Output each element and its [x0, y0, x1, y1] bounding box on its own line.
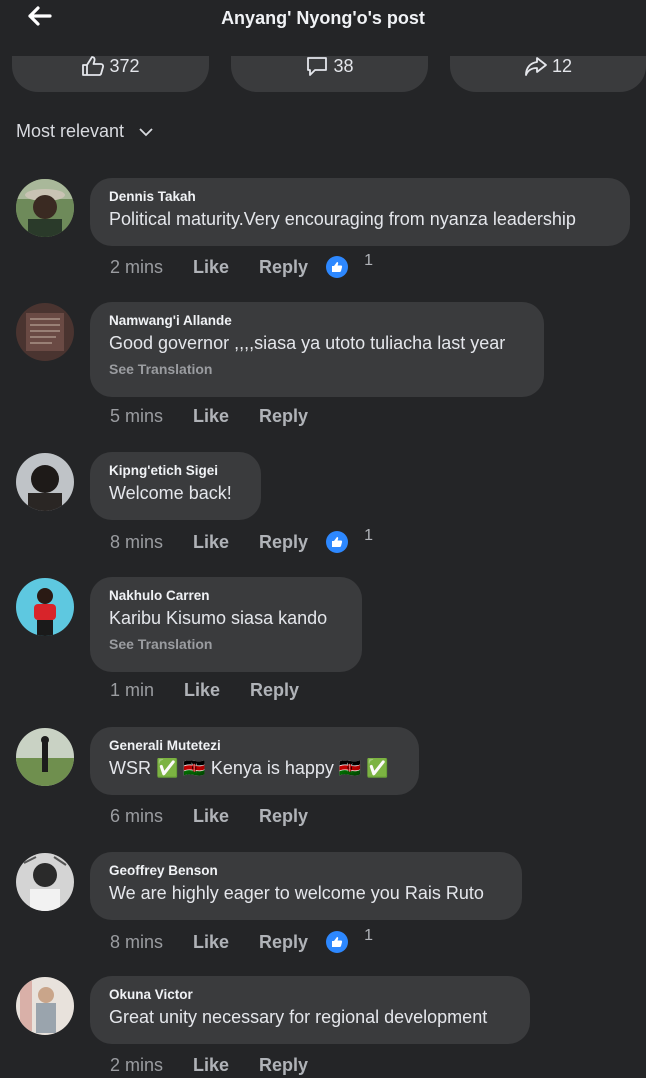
comment-text: Great unity necessary for regional devel… [109, 1007, 488, 1027]
avatar[interactable] [16, 578, 74, 636]
comment-icon [307, 57, 328, 76]
avatar-image [16, 179, 74, 237]
comment-bubble[interactable]: Nakhulo Carren Karibu Kisumo siasa kando… [90, 577, 362, 672]
like-button[interactable]: Like [193, 1055, 229, 1076]
comment-time: 2 mins [110, 1055, 164, 1075]
reply-button[interactable]: Reply [259, 406, 308, 427]
reaction-count: 1 [364, 527, 373, 544]
comment-text: Welcome back! [109, 483, 232, 503]
avatar[interactable] [16, 303, 74, 361]
avatar-image [16, 578, 74, 636]
avatar-image [16, 977, 74, 1035]
comment-bubble[interactable]: Geoffrey Benson We are highly eager to w… [90, 852, 522, 920]
post-title: Anyang' Nyong'o's post [221, 8, 425, 28]
comment-text: Karibu Kisumo siasa kando [109, 608, 328, 628]
reply-button[interactable]: Reply [259, 532, 308, 553]
sort-label: Most relevant [16, 121, 125, 141]
avatar[interactable] [16, 728, 74, 786]
see-translation-link[interactable]: See Translation [109, 636, 342, 652]
comment-bubble[interactable]: Namwang'i Allande Good governor ,,,,sias… [90, 302, 544, 397]
likes-count: 372 [109, 55, 140, 76]
see-translation-link[interactable]: See Translation [109, 361, 524, 377]
comment-time: 5 mins [110, 406, 164, 426]
comment-time: 1 min [110, 680, 155, 700]
like-reaction-icon[interactable] [326, 256, 349, 278]
commenter-name[interactable]: Kipng'etich Sigei [109, 462, 241, 480]
avatar[interactable] [16, 977, 74, 1035]
like-button[interactable]: Like [193, 532, 229, 553]
reply-button[interactable]: Reply [250, 680, 299, 701]
share-icon [525, 57, 547, 76]
like-button[interactable]: Like [193, 932, 229, 953]
like-reaction-icon[interactable] [326, 531, 349, 553]
like-button[interactable]: Like [193, 406, 229, 427]
comment-time: 8 mins [110, 931, 164, 952]
comment-bubble[interactable]: Kipng'etich Sigei Welcome back! [90, 452, 261, 520]
comment-actions: 1 min Like Reply [110, 680, 299, 701]
comment-text: Political maturity.Very encouraging from… [109, 209, 576, 229]
reaction-count: 1 [364, 252, 373, 269]
chevron-down-icon [139, 127, 153, 136]
comment-actions: 6 mins Like Reply [110, 806, 308, 827]
comment-time: 6 mins [110, 806, 164, 826]
comment-actions: 8 mins Like Reply 1 [110, 527, 373, 553]
commenter-name[interactable]: Okuna Victor [109, 986, 510, 1004]
reaction-count: 1 [364, 927, 373, 944]
comment-actions: 2 mins Like Reply 1 [110, 252, 373, 278]
commenter-name[interactable]: Namwang'i Allande [109, 312, 524, 330]
comment-actions: 5 mins Like Reply [110, 406, 308, 427]
avatar-image [16, 853, 74, 911]
sort-dropdown[interactable]: Most relevant [16, 121, 154, 142]
like-button[interactable]: Like [193, 257, 229, 278]
avatar[interactable] [16, 853, 74, 911]
shares-count: 12 [551, 55, 573, 76]
avatar-image [16, 453, 74, 511]
avatar[interactable] [16, 453, 74, 511]
header-divider [0, 38, 646, 56]
avatar-image [16, 303, 74, 361]
avatar[interactable] [16, 179, 74, 237]
like-reaction-icon[interactable] [326, 931, 349, 953]
comment-time: 8 mins [110, 531, 164, 552]
commenter-name[interactable]: Dennis Takah [109, 188, 610, 206]
comment-text: Good governor ,,,,siasa ya utoto tuliach… [109, 333, 506, 353]
comment-bubble[interactable]: Dennis Takah Political maturity.Very enc… [90, 178, 630, 246]
comment-time: 2 mins [110, 256, 164, 277]
comment-bubble[interactable]: Okuna Victor Great unity necessary for r… [90, 976, 530, 1044]
comment-actions: 8 mins Like Reply 1 [110, 927, 373, 953]
commenter-name[interactable]: Nakhulo Carren [109, 587, 342, 605]
comments-count: 38 [333, 55, 354, 76]
commenter-name[interactable]: Geoffrey Benson [109, 862, 502, 880]
like-button[interactable]: Like [184, 680, 220, 701]
reply-button[interactable]: Reply [259, 806, 308, 827]
comment-actions: 2 mins Like Reply [110, 1055, 308, 1076]
like-button[interactable]: Like [193, 806, 229, 827]
comment-text: We are highly eager to welcome you Rais … [109, 883, 484, 903]
commenter-name[interactable]: Generali Mutetezi [109, 737, 399, 755]
reply-button[interactable]: Reply [259, 257, 308, 278]
comment-bubble[interactable]: Generali Mutetezi WSR ✅ 🇰🇪 Kenya is happ… [90, 727, 419, 795]
reply-button[interactable]: Reply [259, 1055, 308, 1076]
avatar-image [16, 728, 74, 786]
thumbs-up-icon [82, 56, 105, 76]
comment-text: WSR ✅ 🇰🇪 Kenya is happy 🇰🇪 ✅ [109, 758, 389, 778]
reply-button[interactable]: Reply [259, 932, 308, 953]
